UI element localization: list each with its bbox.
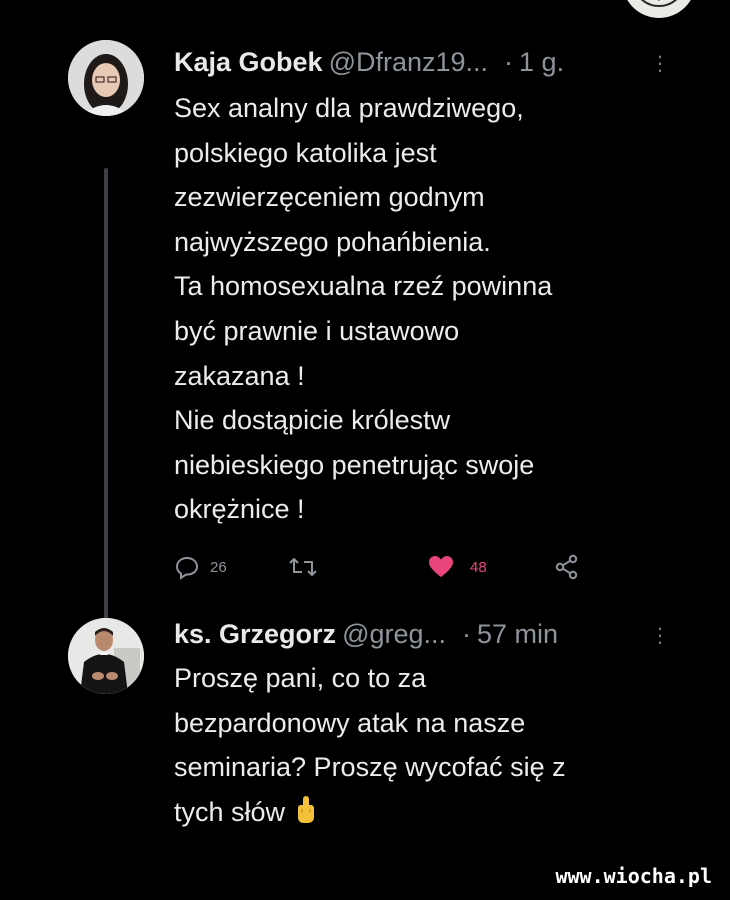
- retweet-button[interactable]: [288, 552, 328, 582]
- tweet-text: Sex analny dla prawdziwego, polskiego ka…: [174, 86, 644, 532]
- tweet-text-line: Ta homosexualna rzeź powinna: [174, 271, 553, 302]
- author-handle[interactable]: @greg...: [342, 612, 446, 656]
- thread-connector-line: [104, 168, 108, 628]
- tweet-text-line: tych słów: [174, 790, 644, 839]
- tweet-text-line: być prawnie i ustawowo: [174, 315, 460, 346]
- top-corner-logo: [622, 0, 696, 18]
- reply-count: 26: [210, 558, 227, 576]
- watermark: www.wiocha.pl: [555, 864, 712, 888]
- author-handle[interactable]: @Dfranz19...: [329, 40, 488, 84]
- author-name[interactable]: ks. Grzegorz: [174, 612, 336, 656]
- tweet-actions: 26 48: [174, 552, 614, 582]
- like-count: 48: [470, 558, 487, 576]
- tweet-content: Kaja Gobek @Dfranz19... · 1 g. Sex analn…: [174, 40, 644, 532]
- author-name[interactable]: Kaja Gobek: [174, 40, 323, 84]
- heart-icon: [428, 555, 454, 579]
- tweet-text-line: polskiego katolika jest: [174, 137, 437, 168]
- share-button[interactable]: [554, 552, 580, 582]
- timestamp[interactable]: 1 g.: [519, 40, 564, 84]
- timestamp[interactable]: 57 min: [477, 612, 558, 656]
- tweet-text-line: Proszę pani, co to za: [174, 663, 427, 693]
- tweet-text-line: Nie dostąpicie królestw: [174, 405, 451, 436]
- more-vertical-icon[interactable]: ⋮: [650, 54, 670, 74]
- share-icon: [554, 554, 580, 580]
- tweet-text-fragment: tych słów: [174, 796, 286, 827]
- tweet-text-line: Sex analny dla prawdziwego,: [174, 93, 524, 123]
- tweet-text-line: zezwierzęceniem godnym: [174, 182, 485, 213]
- more-vertical-icon[interactable]: ⋮: [650, 626, 670, 646]
- tweet-text-line: seminaria? Proszę wycofać się z: [174, 752, 566, 783]
- tweet-text-line: najwyższego pohańbienia.: [174, 226, 491, 257]
- retweet-icon: [288, 555, 318, 579]
- reply-button[interactable]: 26: [174, 552, 227, 582]
- separator-dot: ·: [462, 619, 472, 649]
- tweet-header: Kaja Gobek @Dfranz19... · 1 g.: [174, 40, 644, 84]
- tweet-text-line: niebieskiego penetrując swoje: [174, 449, 535, 480]
- middle-finger-emoji: [295, 794, 317, 839]
- tweet-text-line: zakazana !: [174, 360, 305, 391]
- tweet-content: ks. Grzegorz @greg... · 57 min Proszę pa…: [174, 612, 644, 838]
- avatar[interactable]: [68, 618, 144, 694]
- tweet-text: Proszę pani, co to za bezpardonowy atak …: [174, 656, 644, 838]
- like-button[interactable]: 48: [428, 552, 487, 582]
- tweet-text-line: bezpardonowy atak na nasze: [174, 707, 526, 738]
- tweet-header: ks. Grzegorz @greg... · 57 min: [174, 612, 644, 656]
- separator-dot: ·: [504, 47, 514, 77]
- reply-icon: [174, 554, 200, 580]
- tweet-text-line: okrężnice !: [174, 494, 305, 525]
- avatar[interactable]: [68, 40, 144, 116]
